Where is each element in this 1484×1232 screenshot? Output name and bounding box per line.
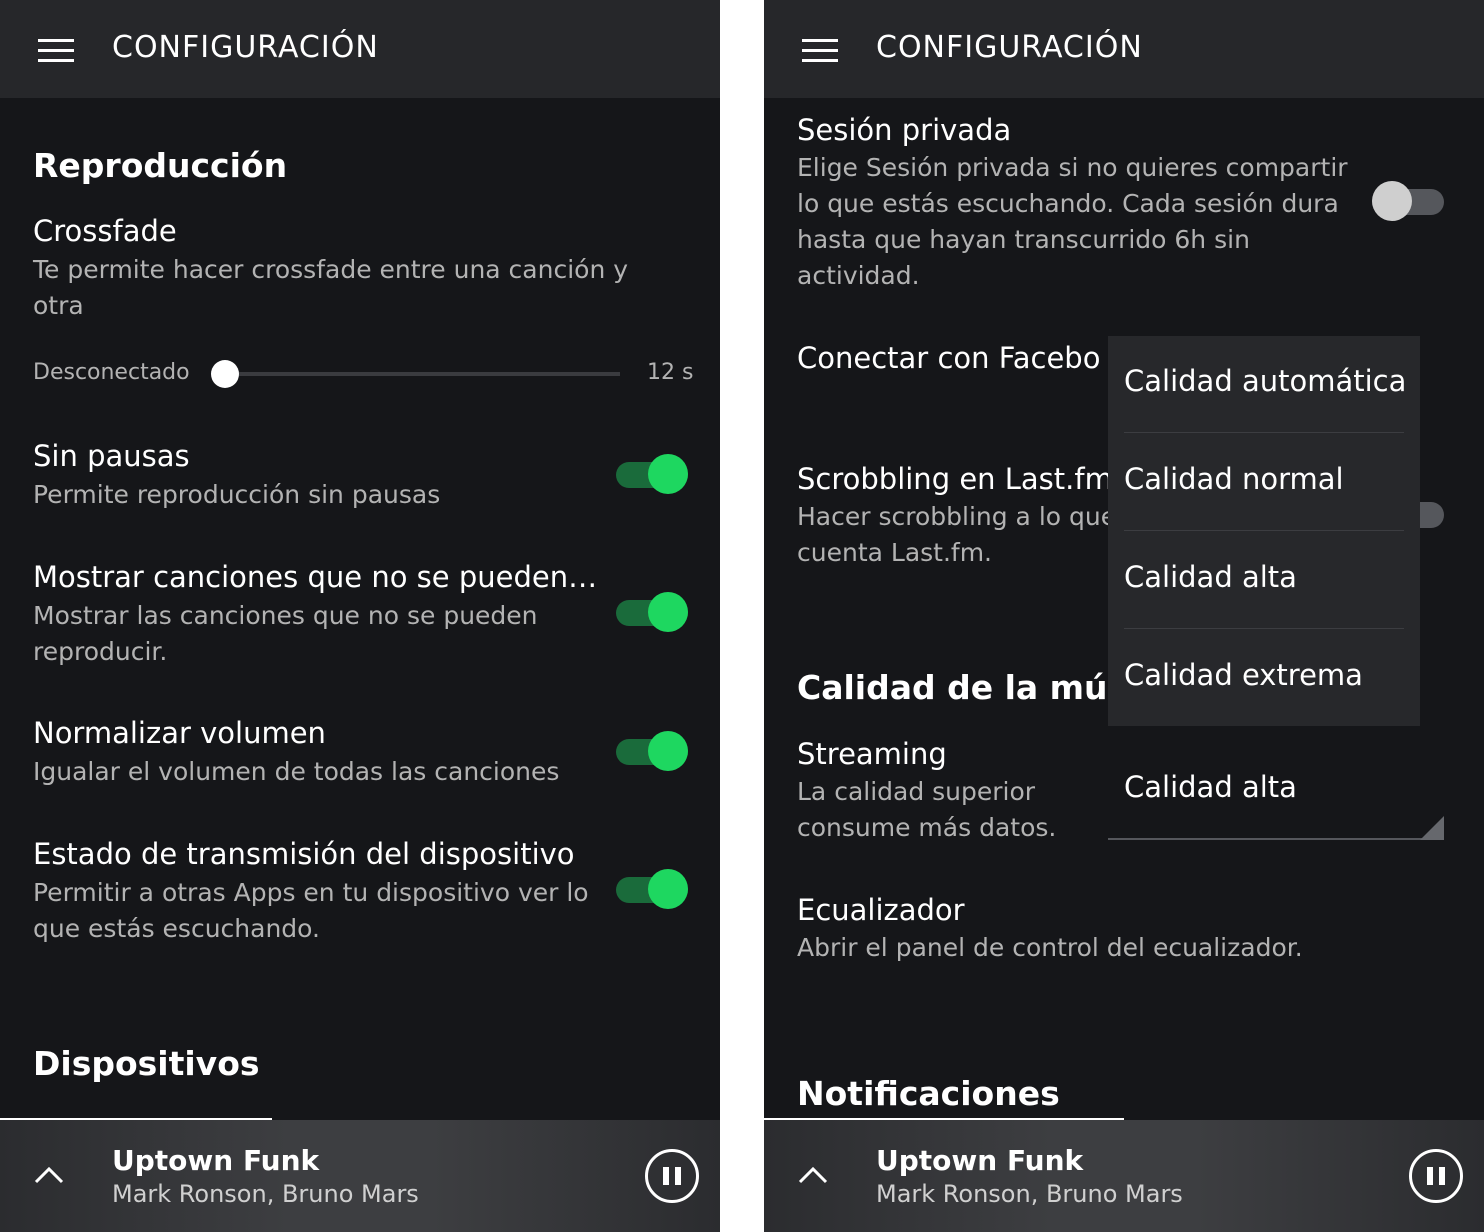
pause-button[interactable]: [1409, 1149, 1463, 1203]
top-bar: CONFIGURACIÓN: [0, 0, 720, 98]
private-session-toggle[interactable]: [1372, 179, 1444, 223]
dropdown-option-normal[interactable]: Calidad normal: [1124, 434, 1404, 532]
settings-screen-left: CONFIGURACIÓN Reproducción Crossfade Te …: [0, 0, 720, 1232]
track-artist: Mark Ronson, Bruno Mars: [112, 1180, 419, 1208]
streaming-desc: La calidad superior consume más datos.: [797, 777, 1057, 842]
show-unplayable-toggle[interactable]: [616, 590, 688, 634]
dropdown-option-extreme[interactable]: Calidad extrema: [1124, 630, 1404, 728]
crossfade-max-label: 12 s: [647, 360, 694, 385]
hamburger-menu-icon[interactable]: [802, 38, 838, 64]
track-title: Uptown Funk: [876, 1144, 1084, 1177]
crossfade-min-label: Desconectado: [33, 360, 190, 385]
settings-screen-right: CONFIGURACIÓN Sesión privada Elige Sesió…: [764, 0, 1484, 1232]
streaming-quality-select[interactable]: Calidad alta: [1124, 770, 1297, 804]
pause-button[interactable]: [645, 1149, 699, 1203]
track-title: Uptown Funk: [112, 1144, 320, 1177]
normalize-volume-desc: Igualar el volumen de todas las cancione…: [33, 757, 560, 786]
dropdown-divider: [1124, 628, 1404, 629]
scrobbling-desc: Hacer scrobbling a lo que cuenta Last.fm…: [797, 502, 1117, 567]
facebook-connect-title[interactable]: Conectar con Facebo: [797, 341, 1100, 375]
dropdown-divider: [1124, 432, 1404, 433]
gapless-toggle[interactable]: [616, 452, 688, 496]
show-unplayable-title: Mostrar canciones que no se pueden…: [33, 560, 598, 594]
gapless-desc: Permite reproducción sin pausas: [33, 480, 441, 509]
device-broadcast-desc: Permitir a otras Apps en tu dispositivo …: [33, 878, 589, 943]
equalizer-desc: Abrir el panel de control del ecualizado…: [797, 933, 1303, 962]
crossfade-title: Crossfade: [33, 214, 177, 248]
device-broadcast-title: Estado de transmisión del dispositivo: [33, 837, 575, 871]
dropdown-arrow-icon[interactable]: [1420, 816, 1444, 840]
now-playing-bar[interactable]: Uptown Funk Mark Ronson, Bruno Mars: [764, 1120, 1484, 1232]
hamburger-menu-icon[interactable]: [38, 38, 74, 64]
quality-dropdown-menu: Calidad automática Calidad normal Calida…: [1108, 336, 1420, 726]
equalizer-title[interactable]: Ecualizador: [797, 893, 965, 927]
now-playing-bar[interactable]: Uptown Funk Mark Ronson, Bruno Mars: [0, 1120, 720, 1232]
track-artist: Mark Ronson, Bruno Mars: [876, 1180, 1183, 1208]
page-title: CONFIGURACIÓN: [876, 30, 1143, 65]
section-title-devices: Dispositivos: [33, 1044, 260, 1083]
normalize-volume-title: Normalizar volumen: [33, 716, 326, 750]
dropdown-divider: [1124, 530, 1404, 531]
select-underline: [1108, 838, 1444, 840]
crossfade-desc: Te permite hacer crossfade entre una can…: [33, 255, 629, 320]
section-title-notifications: Notificaciones: [797, 1074, 1060, 1113]
crossfade-slider-track[interactable]: [225, 372, 620, 376]
top-bar: CONFIGURACIÓN: [764, 0, 1484, 98]
normalize-volume-toggle[interactable]: [616, 729, 688, 773]
show-unplayable-desc: Mostrar las canciones que no se pueden r…: [33, 601, 538, 666]
gapless-title: Sin pausas: [33, 439, 190, 473]
section-title-playback: Reproducción: [33, 146, 288, 185]
dropdown-option-auto[interactable]: Calidad automática: [1124, 336, 1406, 434]
crossfade-slider-thumb[interactable]: [211, 360, 239, 388]
device-broadcast-toggle[interactable]: [616, 867, 688, 911]
dropdown-option-high[interactable]: Calidad alta: [1124, 532, 1404, 630]
section-title-music-quality: Calidad de la músi: [797, 668, 1139, 707]
page-title: CONFIGURACIÓN: [112, 30, 379, 65]
private-session-title: Sesión privada: [797, 113, 1012, 147]
streaming-title: Streaming: [797, 737, 947, 771]
chevron-up-icon[interactable]: [798, 1160, 828, 1190]
private-session-desc: Elige Sesión privada si no quieres compa…: [797, 153, 1348, 290]
chevron-up-icon[interactable]: [34, 1160, 64, 1190]
scrobbling-title: Scrobbling en Last.fm: [797, 462, 1113, 496]
